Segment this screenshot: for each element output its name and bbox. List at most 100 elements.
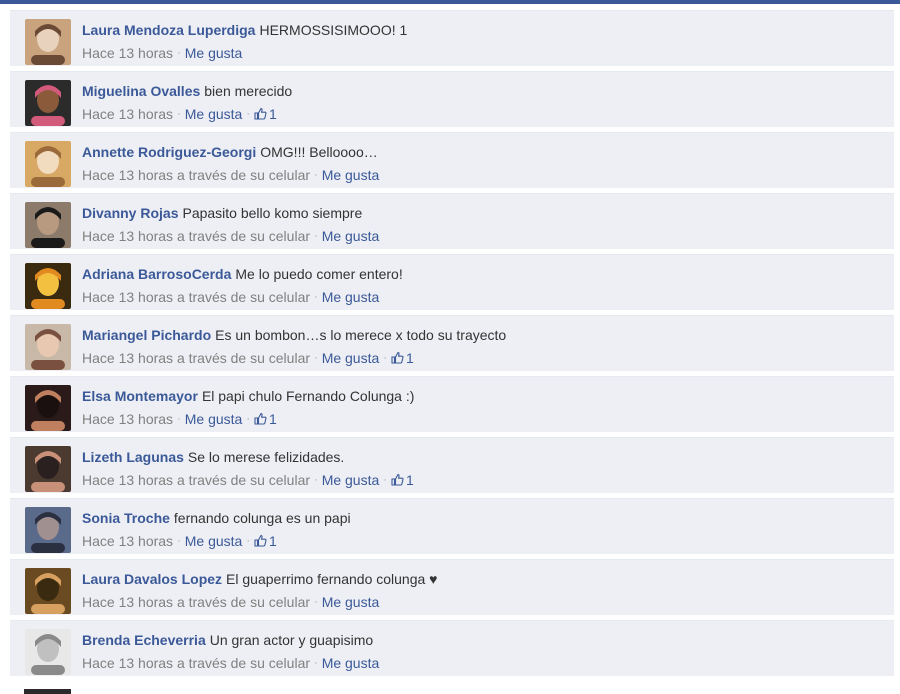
comment-text: El guaperrimo fernando colunga ♥ [226, 571, 438, 587]
like-link[interactable]: Me gusta [322, 350, 380, 366]
avatar[interactable] [25, 568, 71, 614]
separator-dot: · [314, 169, 318, 181]
avatar[interactable] [25, 80, 71, 126]
comment-timestamp[interactable]: Hace 13 horas [82, 411, 173, 427]
commenter-name-link[interactable]: Laura Mendoza Luperdiga [82, 22, 255, 38]
comment-text: Papasito bello komo siempre [182, 205, 363, 221]
comment-text: bien merecido [204, 83, 293, 99]
separator-dot: · [314, 291, 318, 303]
comment-timestamp[interactable]: Hace 13 horas a través de su celular [82, 350, 310, 366]
comment-timestamp[interactable]: Hace 13 horas a través de su celular [82, 655, 310, 671]
comment-timestamp[interactable]: Hace 13 horas a través de su celular [82, 472, 310, 488]
comment-body: Laura Davalos Lopez El guaperrimo fernand… [82, 571, 438, 587]
comment-timestamp[interactable]: Hace 13 horas [82, 45, 173, 61]
separator-dot: · [246, 535, 250, 547]
like-count[interactable]: 1 [406, 350, 414, 366]
comment-timestamp[interactable]: Hace 13 horas [82, 106, 173, 122]
avatar[interactable] [25, 19, 71, 65]
commenter-name-link[interactable]: Brenda Echeverria [82, 632, 206, 648]
separator-dot: · [314, 352, 318, 364]
like-link[interactable]: Me gusta [322, 167, 380, 183]
separator-dot: · [314, 596, 318, 608]
comment-item: Brenda Echeverria Un gran actor y guapisi… [10, 620, 894, 677]
comment-text: Se lo merese felizidades. [187, 449, 345, 465]
separator-dot: · [177, 413, 181, 425]
comment-body: Elsa Montemayor El papi chulo Fernando Co… [82, 388, 414, 404]
separator-dot: · [383, 474, 387, 486]
comment-timestamp[interactable]: Hace 13 horas a través de su celular [82, 594, 310, 610]
comment-item: Annette Rodriguez-Georgi OMG!!! Belloooo…… [10, 132, 894, 189]
like-link[interactable]: Me gusta [185, 533, 243, 549]
commenter-name-link[interactable]: Annette Rodriguez-Georgi [82, 144, 256, 160]
next-avatar-partial [24, 689, 71, 694]
comment-text: Me lo puedo comer entero! [235, 266, 403, 282]
like-count[interactable]: 1 [269, 106, 277, 122]
like-link[interactable]: Me gusta [322, 472, 380, 488]
comment-body: Laura Mendoza Luperdiga HERMOSSISIMOOO! 1 [82, 22, 407, 38]
thumbs-up-icon[interactable] [391, 473, 404, 488]
top-border-bar [0, 0, 900, 4]
separator-dot: · [314, 657, 318, 669]
like-link[interactable]: Me gusta [322, 228, 380, 244]
comment-timestamp[interactable]: Hace 13 horas a través de su celular [82, 289, 310, 305]
avatar[interactable] [25, 446, 71, 492]
like-link[interactable]: Me gusta [185, 106, 243, 122]
comment-item: Lizeth Lagunas Se lo merese felizidades. H… [10, 437, 894, 494]
avatar[interactable] [25, 202, 71, 248]
comment-body: Mariangel Pichardo Es un bombon…s lo mere… [82, 327, 506, 343]
separator-dot: · [177, 108, 181, 120]
comment-item: Elsa Montemayor El papi chulo Fernando Co… [10, 376, 894, 433]
avatar[interactable] [25, 385, 71, 431]
comment-meta: Hace 13 horas · Me gusta [82, 45, 242, 61]
commenter-name-link[interactable]: Miguelina Ovalles [82, 83, 200, 99]
thumbs-up-icon[interactable] [254, 412, 267, 427]
like-link[interactable]: Me gusta [322, 594, 380, 610]
comment-meta: Hace 13 horas a través de su celular · Me … [82, 594, 379, 610]
comment-text: Un gran actor y guapisimo [209, 632, 374, 648]
avatar[interactable] [25, 324, 71, 370]
comment-body: Lizeth Lagunas Se lo merese felizidades. [82, 449, 344, 465]
comment-meta: Hace 13 horas a través de su celular · Me … [82, 167, 379, 183]
comment-meta: Hace 13 horas a través de su celular · Me … [82, 655, 379, 671]
commenter-name-link[interactable]: Sonia Troche [82, 510, 170, 526]
thumbs-up-icon[interactable] [391, 351, 404, 366]
comment-body: Miguelina Ovalles bien merecido [82, 83, 292, 99]
comment-item: Miguelina Ovalles bien merecido Hace 13 ho… [10, 71, 894, 128]
comment-text: HERMOSSISIMOOO! 1 [259, 22, 408, 38]
comment-timestamp[interactable]: Hace 13 horas a través de su celular [82, 167, 310, 183]
like-link[interactable]: Me gusta [185, 411, 243, 427]
comment-meta: Hace 13 horas · Me gusta · 1 [82, 533, 277, 549]
like-count[interactable]: 1 [269, 411, 277, 427]
separator-dot: · [177, 535, 181, 547]
avatar[interactable] [25, 141, 71, 187]
avatar[interactable] [25, 507, 71, 553]
like-count[interactable]: 1 [406, 472, 414, 488]
like-link[interactable]: Me gusta [185, 45, 243, 61]
avatar[interactable] [25, 263, 71, 309]
comment-item: Adriana BarrosoCerda Me lo puedo comer en… [10, 254, 894, 311]
like-link[interactable]: Me gusta [322, 289, 380, 305]
comment-meta: Hace 13 horas a través de su celular · Me … [82, 289, 379, 305]
thumbs-up-icon[interactable] [254, 534, 267, 549]
comment-timestamp[interactable]: Hace 13 horas [82, 533, 173, 549]
thumbs-up-icon[interactable] [254, 107, 267, 122]
commenter-name-link[interactable]: Laura Davalos Lopez [82, 571, 222, 587]
separator-dot: · [177, 47, 181, 59]
comment-text: OMG!!! Belloooo… [260, 144, 378, 160]
comment-text: Es un bombon…s lo merece x todo su traye… [215, 327, 507, 343]
comment-item: Laura Mendoza Luperdiga HERMOSSISIMOOO! 1… [10, 10, 894, 67]
comment-text: fernando colunga es un papi [173, 510, 351, 526]
like-link[interactable]: Me gusta [322, 655, 380, 671]
comment-meta: Hace 13 horas a través de su celular · Me … [82, 472, 414, 488]
comment-body: Divanny Rojas Papasito bello komo siempre [82, 205, 362, 221]
comment-timestamp[interactable]: Hace 13 horas a través de su celular [82, 228, 310, 244]
commenter-name-link[interactable]: Adriana BarrosoCerda [82, 266, 231, 282]
commenter-name-link[interactable]: Lizeth Lagunas [82, 449, 184, 465]
commenter-name-link[interactable]: Divanny Rojas [82, 205, 178, 221]
comment-item: Divanny Rojas Papasito bello komo siempre… [10, 193, 894, 250]
like-count[interactable]: 1 [269, 533, 277, 549]
avatar[interactable] [25, 629, 71, 675]
commenter-name-link[interactable]: Elsa Montemayor [82, 388, 198, 404]
commenter-name-link[interactable]: Mariangel Pichardo [82, 327, 211, 343]
comment-item: Mariangel Pichardo Es un bombon…s lo mere… [10, 315, 894, 372]
